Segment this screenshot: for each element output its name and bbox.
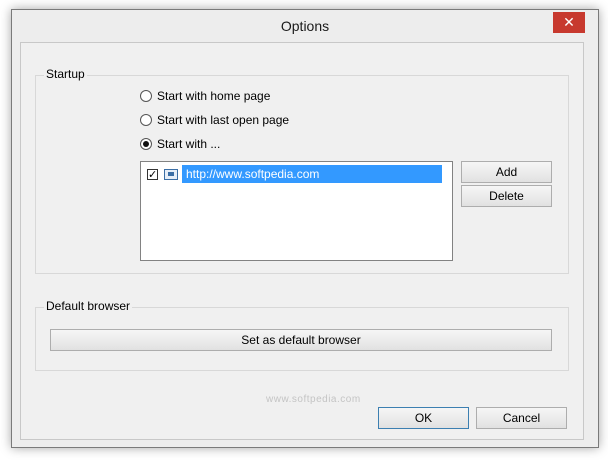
list-item[interactable]: ✓ http://www.softpedia.com [147, 165, 442, 183]
watermark: www.softpedia.com [266, 394, 361, 405]
close-button[interactable]: ✕ [553, 12, 585, 33]
options-dialog: Options ✕ Startup Start with home page S… [11, 9, 599, 448]
delete-button[interactable]: Delete [461, 185, 552, 207]
startup-pages-list[interactable]: ✓ http://www.softpedia.com [140, 161, 453, 261]
close-icon: ✕ [563, 14, 575, 30]
radio-start-home-page[interactable]: Start with home page [140, 88, 270, 104]
cancel-button[interactable]: Cancel [476, 407, 567, 429]
default-browser-group: Default browser Set as default browser [35, 299, 569, 371]
radio-start-with[interactable]: Start with ... [140, 136, 220, 152]
list-item-url: http://www.softpedia.com [182, 165, 442, 183]
default-browser-group-label: Default browser [44, 299, 133, 313]
radio-icon [140, 138, 152, 150]
set-default-browser-button[interactable]: Set as default browser [50, 329, 552, 351]
startup-group: Startup Start with home page Start with … [35, 67, 569, 274]
radio-icon [140, 90, 152, 102]
startup-group-label: Startup [44, 67, 87, 81]
title-bar: Options ✕ [12, 10, 598, 42]
radio-label: Start with home page [157, 89, 271, 103]
window-title: Options [280, 18, 330, 34]
radio-label: Start with ... [157, 137, 221, 151]
add-button[interactable]: Add [461, 161, 552, 183]
radio-icon [140, 114, 152, 126]
checkbox-icon[interactable]: ✓ [147, 168, 158, 180]
radio-label: Start with last open page [157, 113, 290, 127]
dialog-content: Startup Start with home page Start with … [20, 42, 584, 440]
ok-button[interactable]: OK [378, 407, 469, 429]
page-icon [164, 168, 178, 180]
radio-start-last-open-page[interactable]: Start with last open page [140, 112, 289, 128]
